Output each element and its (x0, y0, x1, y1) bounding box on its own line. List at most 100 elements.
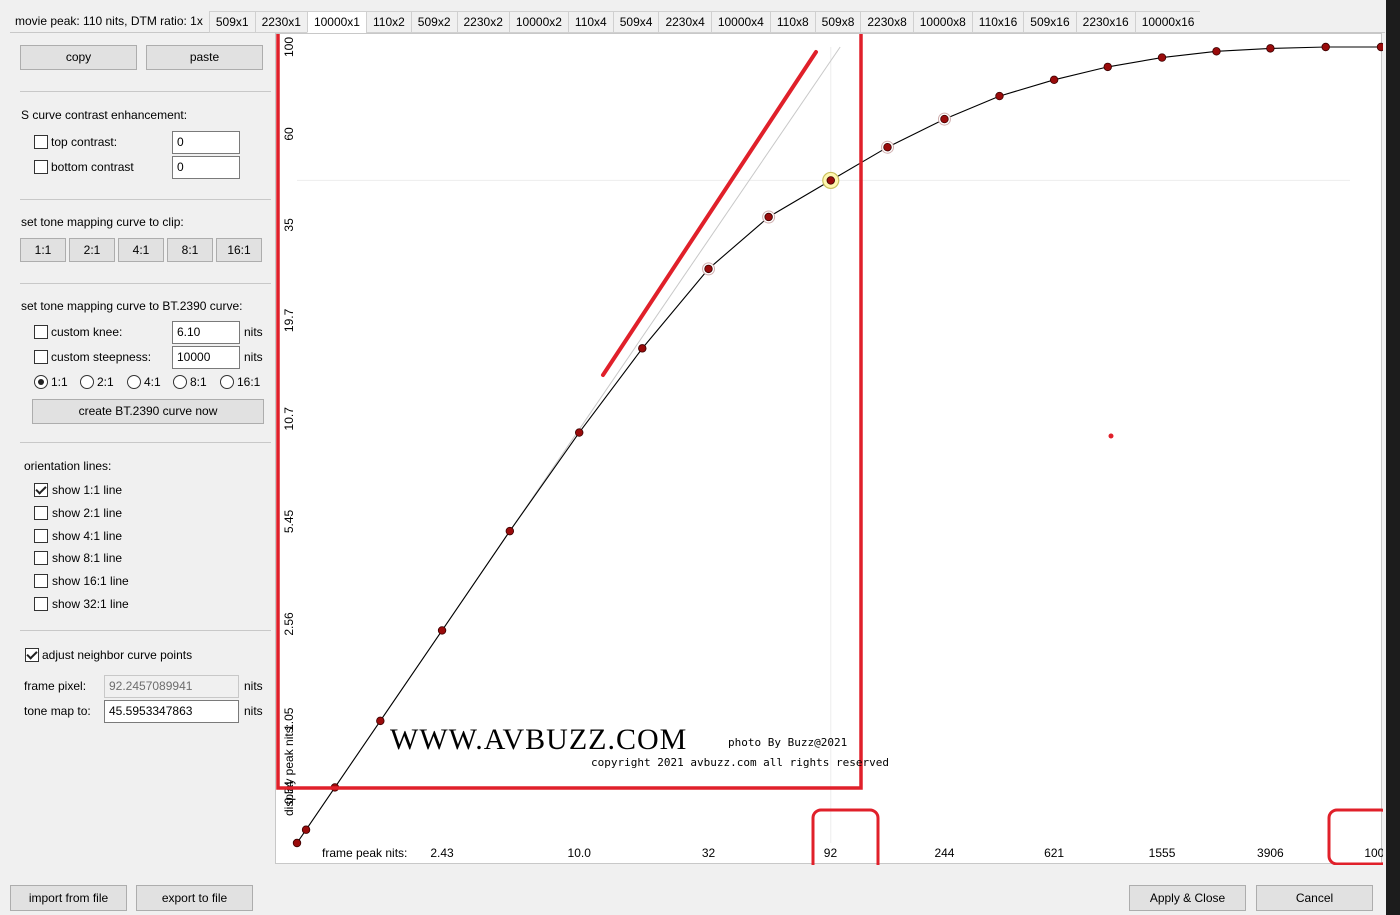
ratio-label: 1:1 (51, 375, 68, 389)
custom-steepness-input[interactable]: 10000 (172, 346, 240, 369)
tone-curve-chart[interactable]: 2.43 10.0 32 92 244 621 1555 3906 10000 frame pea… (276, 34, 1383, 865)
top-contrast-input[interactable]: 0 (172, 131, 240, 154)
tab-2230x1[interactable]: 2230x1 (254, 11, 307, 33)
custom-knee-input[interactable]: 6.10 (172, 321, 240, 344)
tone-curve-plot[interactable]: 2.43 10.0 32 92 244 621 1555 3906 10000 frame pea… (275, 33, 1383, 865)
window-edge (1386, 0, 1400, 915)
tab-110x16[interactable]: 110x16 (971, 11, 1024, 33)
tab-2230x16[interactable]: 2230x16 (1075, 11, 1135, 33)
adjust-neighbor-checkbox[interactable] (25, 648, 39, 662)
ratio-label: 2:1 (97, 375, 114, 389)
copy-button[interactable]: copy (20, 45, 137, 70)
tab-509x2[interactable]: 509x2 (410, 11, 457, 33)
paste-button[interactable]: paste (146, 45, 263, 70)
tab-2230x2[interactable]: 2230x2 (456, 11, 509, 33)
curve-point[interactable] (1103, 62, 1112, 72)
orientation-line-checkbox[interactable] (34, 597, 48, 611)
curve-point[interactable] (1212, 47, 1221, 56)
tab-509x8[interactable]: 509x8 (814, 11, 861, 33)
tab-2230x8[interactable]: 2230x8 (860, 11, 913, 33)
tone-map-input[interactable]: 45.5953347863 (104, 700, 239, 723)
adjust-neighbor-label: adjust neighbor curve points (42, 648, 193, 662)
curve-point[interactable] (505, 526, 515, 536)
curve-point[interactable] (301, 825, 311, 834)
orientation-line-checkbox[interactable] (34, 574, 48, 589)
import-button[interactable]: import from file (10, 885, 127, 911)
x-tick-label: 10.0 (568, 846, 592, 860)
tab-10000x8[interactable]: 10000x8 (912, 11, 972, 33)
tab-10000x2[interactable]: 10000x2 (508, 11, 568, 33)
curve-point[interactable] (437, 626, 447, 635)
orientation-line-checkbox[interactable] (34, 483, 48, 497)
tab-509x4[interactable]: 509x4 (612, 11, 659, 33)
export-button[interactable]: export to file (136, 885, 253, 911)
bottom-contrast-input[interactable]: 0 (172, 156, 240, 179)
custom-steepness-label: custom steepness: (51, 350, 152, 364)
curve-point[interactable] (292, 838, 302, 848)
x-tick-label: 244 (934, 846, 954, 860)
curve-point[interactable] (883, 142, 892, 152)
x-tick-label: 1555 (1149, 846, 1176, 860)
orientation-line-checkbox[interactable] (34, 528, 48, 543)
custom-knee-unit: nits (244, 325, 263, 339)
bottom-contrast-checkbox[interactable] (34, 160, 48, 174)
ratio-label: 16:1 (237, 375, 261, 389)
frame-pixel-input: 92.2457089941 (104, 675, 239, 698)
tab-110x4[interactable]: 110x4 (567, 11, 613, 33)
separator (20, 442, 271, 443)
ratio-8-1-radio[interactable] (173, 375, 187, 389)
curve-point[interactable] (826, 176, 835, 185)
tab-2230x4[interactable]: 2230x4 (658, 11, 711, 33)
bottom-contrast-label: bottom contrast (51, 160, 134, 174)
tab-bar-label: movie peak: 110 nits, DTM ratio: 1x (15, 14, 203, 28)
ratio-2-1-radio[interactable] (80, 375, 94, 389)
ratio-16-1-radio[interactable] (220, 375, 234, 389)
tab-509x1[interactable]: 509x1 (208, 11, 255, 33)
cancel-button[interactable]: Cancel (1256, 885, 1373, 911)
x-tick-label: 32 (702, 846, 716, 860)
bottom-button-bar: import from file export to file Apply & … (0, 877, 1400, 915)
curve-point[interactable] (764, 212, 773, 222)
tab-10000x16[interactable]: 10000x16 (1134, 11, 1201, 33)
curve-point[interactable] (1266, 44, 1275, 53)
separator (20, 199, 271, 200)
custom-steepness-checkbox[interactable] (34, 350, 48, 364)
tab-10000x1[interactable]: 10000x1 (306, 11, 366, 33)
curve-point[interactable] (1049, 75, 1059, 85)
curve-point[interactable] (376, 716, 385, 726)
watermark-title: WWW.AVBUZZ.COM (390, 723, 687, 756)
tab-110x2[interactable]: 110x2 (365, 11, 411, 33)
orientation-line-checkbox[interactable] (34, 505, 48, 520)
tab-509x16[interactable]: 509x16 (1023, 11, 1076, 33)
apply-close-button[interactable]: Apply & Close (1129, 885, 1246, 911)
curve-point[interactable] (940, 114, 949, 124)
annotation-box-left (276, 34, 863, 790)
orientation-heading: orientation lines: (24, 459, 112, 473)
clip-4-1-button[interactable]: 4:1 (118, 238, 164, 262)
x-tick-label: 2.43 (430, 846, 454, 860)
curve-point[interactable] (704, 264, 713, 274)
custom-knee-checkbox[interactable] (34, 325, 48, 339)
tab-10000x4[interactable]: 10000x4 (710, 11, 770, 33)
clip-1-1-button[interactable]: 1:1 (20, 238, 66, 262)
curve-point[interactable] (1157, 53, 1167, 62)
curve-point[interactable] (1376, 42, 1383, 52)
clip-2-1-button[interactable]: 2:1 (69, 238, 115, 262)
orientation-line-label: show 16:1 line (52, 574, 129, 589)
curve-point[interactable] (575, 428, 584, 437)
curve-point[interactable] (995, 91, 1004, 101)
create-bt2390-button[interactable]: create BT.2390 curve now (32, 399, 264, 424)
curve-point[interactable] (1321, 42, 1330, 52)
top-contrast-checkbox[interactable] (34, 135, 48, 149)
ratio-4-1-radio[interactable] (127, 375, 141, 389)
clip-8-1-button[interactable]: 8:1 (167, 238, 213, 262)
annotation-dot (1108, 433, 1114, 439)
tab-110x8[interactable]: 110x8 (769, 11, 815, 33)
tone-map-label: tone map to: (24, 704, 91, 718)
orientation-line-checkbox[interactable] (34, 551, 48, 566)
orientation-line-label: show 8:1 line (52, 551, 123, 566)
x-tick-label: 92 (824, 846, 838, 860)
curve-point[interactable] (638, 344, 647, 353)
ratio-1-1-radio[interactable] (34, 375, 48, 389)
clip-16-1-button[interactable]: 16:1 (216, 238, 262, 262)
